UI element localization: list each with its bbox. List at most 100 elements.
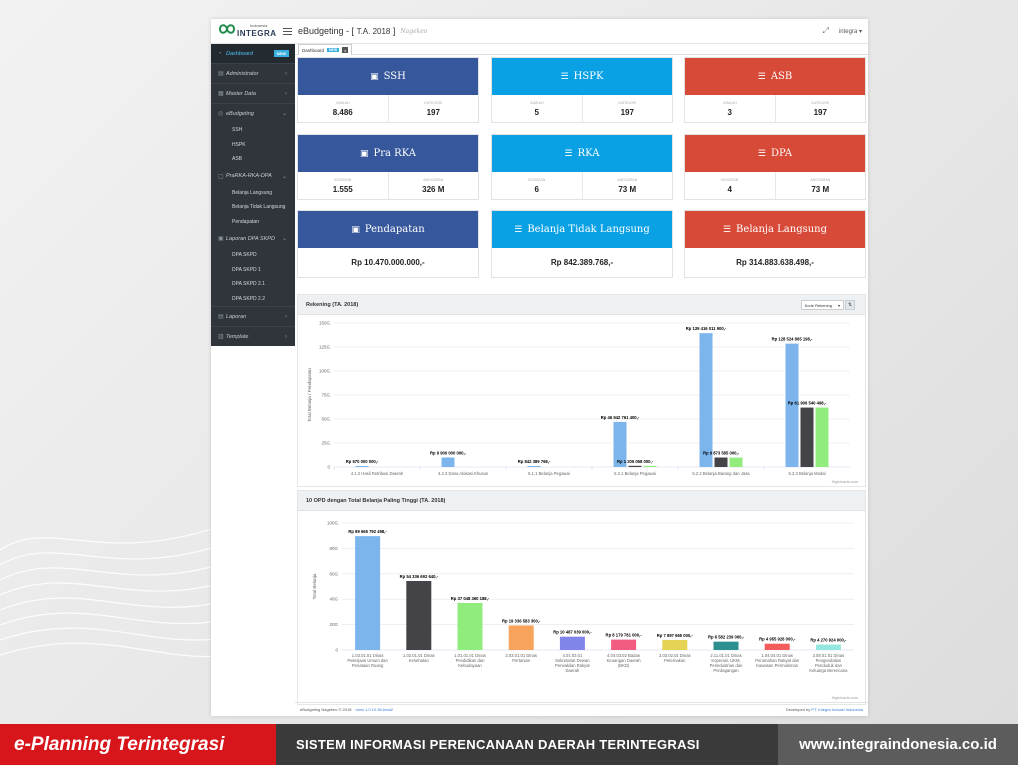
panel-top-opd: 10 OPD dengan Total Belanja Paling Tingg… [297, 490, 866, 705]
data-label: Rp 842 389 768,- [518, 459, 551, 464]
sidebar: ◔ Dashboard NEW ▤ Administrator › ▦ Mast… [211, 44, 295, 346]
page-title: eBudgeting - [ T.A. 2018 ] [298, 26, 396, 36]
developer-link[interactable]: PT. Integra Inovasi Indonesia [811, 707, 863, 712]
bar [611, 639, 637, 650]
stat-value: 326 M [422, 184, 445, 194]
close-icon[interactable]: x [342, 47, 349, 53]
document-icon: ▤ [218, 314, 224, 320]
region-subtitle: Nagekeo [400, 27, 428, 35]
chart-credit: Highcharts.com [832, 480, 858, 484]
bar [800, 407, 814, 467]
banner-right: www.integraindonesia.co.id [778, 724, 1018, 765]
new-badge: NEW [273, 50, 289, 57]
data-label: Rp 139 416 011 900,- [686, 326, 727, 331]
card-hspk[interactable]: ☰ HSPK JUMLAH 5 KATEGORI 197 [491, 57, 673, 123]
x-tick-label: 3.03.01.01 Dinas Pertanian [505, 653, 537, 663]
bar [628, 465, 642, 467]
stat-value: 73 M [618, 184, 637, 194]
sidebar-item-dpa-skpd-2-1[interactable]: DPA SKPD 2.1 [211, 277, 295, 292]
integra-logo[interactable]: Indonesia INTEGRA [211, 19, 276, 44]
sidebar-item-prarka-rka-dpa[interactable]: ▢ PraRKA-RKA-DPA ⌄ [211, 167, 295, 186]
data-label: Rp 1 205 058 000,- [617, 459, 654, 464]
sidebar-item-asb[interactable]: ASB [211, 152, 295, 167]
app-window: Indonesia INTEGRA eBudgeting - [ T.A. 20… [211, 19, 868, 716]
rekening-bar-chart: 0 25G 50G 75G 100G 125G 150G Total Belanja / Pe… [307, 321, 858, 485]
chevron-down-icon: ⌄ [281, 111, 287, 117]
x-tick-label: 4.01.03.01 Sekretariat Dewan Perwakilan Ra… [555, 653, 591, 673]
user-menu[interactable]: integra ▾ [839, 28, 862, 35]
sidebar-item-laporan-dpa-skpd[interactable]: ▣ Laporan DPA SKPD ⌄ [211, 229, 295, 248]
fiscal-year: T.A. 2018 [356, 27, 391, 36]
bar [508, 625, 534, 650]
footer: eBudgeting Nagekeo © 2018 versi 1.0.10.3… [295, 702, 868, 716]
stat-value: 8.486 [332, 107, 353, 117]
card-rka[interactable]: ☰ RKA KEGIATAN 6 ANGGARAN 73 M [491, 134, 673, 200]
card-pra-rka[interactable]: ▣ Pra RKA KEGIATAN 1.555 ANGGARAN 326 M [297, 134, 479, 200]
x-tick-label: 1.02.01.01 Dinas Kesehatan [403, 653, 435, 663]
sidebar-item-template[interactable]: ▥ Template › [211, 327, 295, 346]
card-ssh[interactable]: ▣ SSH JUMLAH 8.486 KATEGORI 197 [297, 57, 479, 123]
budget-icon: ◎ [218, 111, 224, 117]
sidebar-item-dpa-skpd-2-2[interactable]: DPA SKPD 2.2 [211, 292, 295, 307]
x-tick-label: 5.1.1 Belanja Pegawai [528, 471, 570, 476]
sidebar-item-belanja-tidak-langsung[interactable]: Belanja Tidak Langsung [211, 200, 295, 215]
y-tick-label: 100G [327, 521, 339, 526]
database-icon: ▦ [218, 91, 224, 97]
card-belanja-langsung[interactable]: ☰ Belanja Langsung Rp 314.883.638.498,- [684, 210, 866, 278]
y-tick-label: 80G [329, 546, 338, 551]
y-tick-label: 0 [327, 465, 330, 470]
card-belanja-tidak-langsung[interactable]: ☰ Belanja Tidak Langsung Rp 842.389.768,- [491, 210, 673, 278]
total-value: Rp 842.389.768,- [550, 258, 614, 267]
bar [441, 457, 455, 467]
data-label: Rp 570 000 000,- [346, 459, 379, 464]
y-tick-label: 20G [329, 622, 338, 627]
x-tick-label: 5.2.2 Belanja Barang dan Jasa [692, 471, 750, 476]
y-tick-label: 40G [329, 597, 338, 602]
fullscreen-icon[interactable]: ⤢ [823, 26, 829, 36]
data-label: Rp 4 955 926 000,- [759, 637, 796, 642]
chart-type-button[interactable]: ⇅ [845, 300, 855, 310]
sidebar-item-administrator[interactable]: ▤ Administrator › [211, 64, 295, 83]
report-icon: ▣ [218, 236, 224, 242]
x-tick-label: 2.11.01.01 Dinas Koperasi, UKM, Perindustr… [710, 653, 743, 673]
version-link[interactable]: versi 1.0.10.36-beta2 [355, 707, 393, 712]
y-tick-label: 0 [335, 648, 338, 653]
data-label: Rp 128 524 865 198,- [772, 337, 813, 342]
menu-toggle-icon[interactable] [283, 27, 292, 35]
data-label: Rp 6 582 239 000,- [708, 635, 745, 640]
card-dpa[interactable]: ☰ DPA KEGIATAN 4 ANGGARAN 73 M [684, 134, 866, 200]
sidebar-item-hspk[interactable]: HSPK [211, 138, 295, 153]
x-tick-label: 4.04.03.02 Badan Keuangan Daerah (BKD) [607, 653, 642, 668]
sidebar-item-belanja-langsung[interactable]: Belanja Langsung [211, 186, 295, 201]
sidebar-item-ssh[interactable]: SSH [211, 123, 295, 138]
panel-rekening: Rekening (TA. 2018) Kode Rekening ▾ ⇅ 0 25… [297, 294, 866, 487]
sidebar-item-pendapatan[interactable]: Pendapatan [211, 215, 295, 230]
sidebar-item-dashboard[interactable]: ◔ Dashboard NEW [211, 44, 295, 63]
stack-icon: ☰ [722, 224, 732, 235]
bar [662, 639, 688, 650]
tab-dashboard[interactable]: Dashboard NEW x [298, 44, 353, 55]
card-asb[interactable]: ☰ ASB JUMLAH 3 KATEGORI 197 [684, 57, 866, 123]
kode-rekening-select[interactable]: Kode Rekening ▾ [800, 300, 844, 310]
data-label: Rp 4 270 924 000,- [810, 638, 847, 643]
card-pendapatan[interactable]: ▣ Pendapatan Rp 10.470.000.000,- [297, 210, 479, 278]
logo-name: INTEGRA [237, 28, 277, 38]
sidebar-item-master-data[interactable]: ▦ Master Data › [211, 84, 295, 103]
money-icon: ▣ [360, 148, 369, 159]
stat-value: 197 [620, 107, 634, 117]
sidebar-item-dpa-skpd[interactable]: DPA SKPD [211, 248, 295, 263]
y-axis-label: Total Belanja [312, 573, 317, 599]
list-icon: ☰ [564, 148, 573, 159]
x-tick-label: 1.01.01.01 Dinas Pendidikan dan Kebudayaan [454, 653, 486, 668]
x-tick-label: 1.04.04.01 Dinas Perumahan Rakyat dan Kawa… [755, 653, 800, 668]
panel-title: Rekening (TA. 2018) [306, 301, 359, 308]
data-label: Rp 61 906 540 498,- [788, 401, 827, 406]
chevron-right-icon: › [285, 90, 287, 97]
data-label: Rp 9 873 585 000,- [703, 451, 740, 456]
x-tick-label: 5.2.1 Belanja Pegawai [614, 471, 656, 476]
sidebar-item-ebudgeting[interactable]: ◎ eBudgeting ⌄ [211, 104, 295, 123]
sidebar-item-laporan[interactable]: ▤ Laporan › [211, 307, 295, 326]
sidebar-item-dpa-skpd-1[interactable]: DPA SKPD 1 [211, 263, 295, 278]
stat-value: 1.555 [332, 184, 353, 194]
stat-value: 197 [426, 107, 440, 117]
